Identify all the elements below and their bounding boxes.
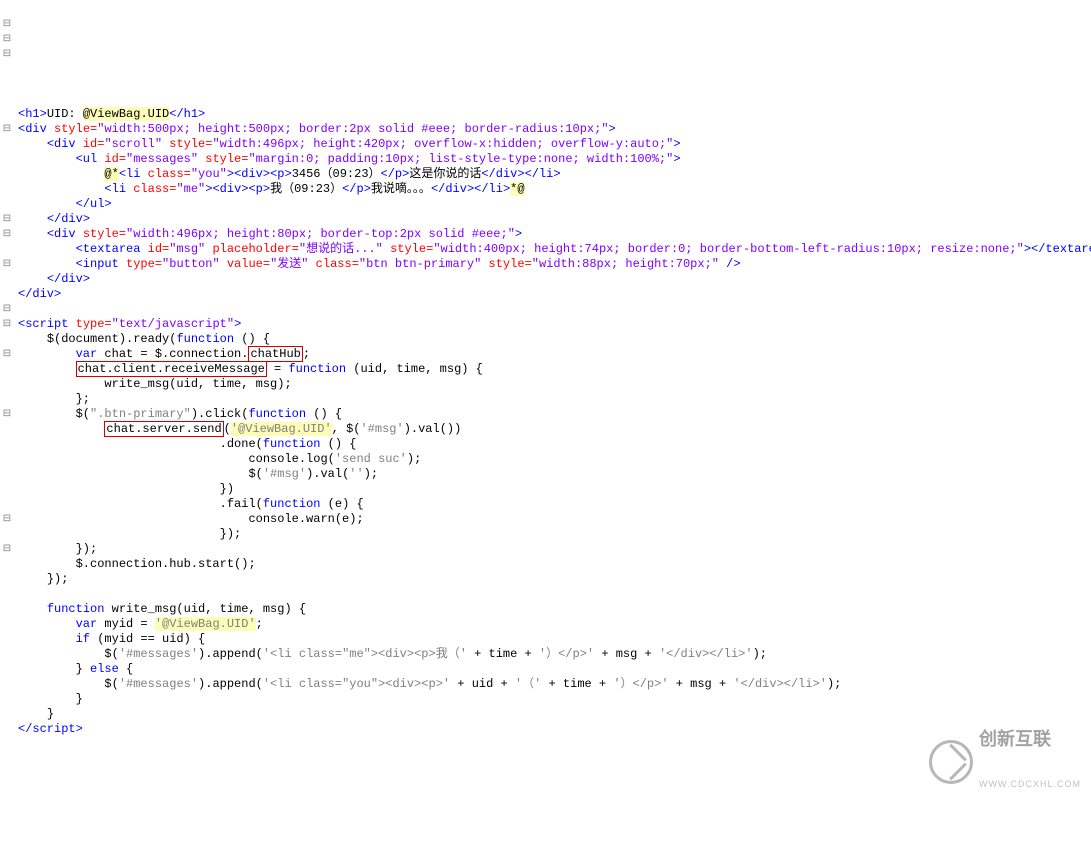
- fold-toggle-icon[interactable]: ⊟: [0, 47, 14, 62]
- code-line: </div>: [18, 287, 61, 301]
- fold-toggle-icon: [0, 92, 14, 107]
- watermark-logo-icon: [929, 740, 973, 784]
- fold-toggle-icon[interactable]: ⊟: [0, 542, 14, 557]
- code-line: console.warn(e);: [18, 512, 364, 526]
- fold-toggle-icon: [0, 632, 14, 647]
- fold-toggle-icon: [0, 152, 14, 167]
- fold-toggle-icon: [0, 362, 14, 377]
- code-line: </ul>: [18, 197, 112, 211]
- fold-toggle-icon[interactable]: ⊟: [0, 227, 14, 242]
- code-line: $(document).ready(function () {: [18, 332, 270, 346]
- fold-toggle-icon[interactable]: ⊟: [0, 257, 14, 272]
- code-line: <h1>UID: @ViewBag.UID</h1>: [18, 107, 205, 121]
- code-line: $.connection.hub.start();: [18, 557, 256, 571]
- fold-toggle-icon[interactable]: ⊟: [0, 512, 14, 527]
- fold-toggle-icon: [0, 452, 14, 467]
- watermark: 创新互联 WWW.CDCXHL.COM: [929, 702, 1081, 822]
- code-line: </div>: [18, 212, 90, 226]
- fold-toggle-icon: [0, 182, 14, 197]
- fold-toggle-icon: [0, 587, 14, 602]
- code-line: if (myid == uid) {: [18, 632, 205, 646]
- fold-toggle-icon: [0, 272, 14, 287]
- fold-toggle-icon: [0, 482, 14, 497]
- fold-toggle-icon[interactable]: ⊟: [0, 17, 14, 32]
- fold-toggle-icon: [0, 647, 14, 662]
- code-line: $('#messages').append('<li class="you"><…: [18, 677, 841, 691]
- code-line: <script type="text/javascript">: [18, 317, 241, 331]
- code-line: }: [18, 692, 83, 706]
- code-line: <div id="scroll" style="width:496px; hei…: [18, 137, 681, 151]
- fold-toggle-icon: [0, 2, 14, 17]
- fold-toggle-icon: [0, 107, 14, 122]
- code-line: function write_msg(uid, time, msg) {: [18, 602, 306, 616]
- fold-toggle-icon: [0, 137, 14, 152]
- fold-toggle-icon[interactable]: ⊟: [0, 302, 14, 317]
- fold-toggle-icon: [0, 572, 14, 587]
- fold-toggle-icon[interactable]: ⊟: [0, 122, 14, 137]
- fold-toggle-icon: [0, 602, 14, 617]
- code-line: <div style="width:500px; height:500px; b…: [18, 122, 616, 136]
- code-line: <div style="width:496px; height:80px; bo…: [18, 227, 522, 241]
- fold-toggle-icon: [0, 77, 14, 92]
- code-line: .fail(function (e) {: [18, 497, 364, 511]
- code-line: } else {: [18, 662, 133, 676]
- code-line: var myid = '@ViewBag.UID';: [18, 617, 263, 631]
- fold-toggle-icon: [0, 242, 14, 257]
- fold-toggle-icon: [0, 527, 14, 542]
- code-line: });: [18, 542, 97, 556]
- code-line: @*<li class="you"><div><p>3456（09:23）</p…: [18, 167, 561, 181]
- code-line: chat.server.send('@ViewBag.UID', $('#msg…: [18, 422, 461, 436]
- fold-toggle-icon: [0, 62, 14, 77]
- code-line: };: [18, 392, 90, 406]
- fold-toggle-icon: [0, 422, 14, 437]
- fold-toggle-icon[interactable]: ⊟: [0, 347, 14, 362]
- fold-toggle-icon: [0, 287, 14, 302]
- fold-toggle-icon: [0, 167, 14, 182]
- code-line: var chat = $.connection.chatHub;: [18, 347, 310, 361]
- fold-toggle-icon: [0, 617, 14, 632]
- code-line: }): [18, 482, 234, 496]
- code-editor[interactable]: <h1>UID: @ViewBag.UID</h1> <div style="w…: [0, 90, 1091, 737]
- code-line: $(".btn-primary").click(function () {: [18, 407, 342, 421]
- code-line: write_msg(uid, time, msg);: [18, 377, 292, 391]
- code-line: console.log('send suc');: [18, 452, 421, 466]
- fold-toggle-icon: [0, 557, 14, 572]
- fold-toggle-icon: [0, 497, 14, 512]
- fold-toggle-icon[interactable]: ⊟: [0, 317, 14, 332]
- fold-toggle-icon[interactable]: ⊟: [0, 32, 14, 47]
- fold-toggle-icon: [0, 467, 14, 482]
- code-line: $('#messages').append('<li class="me"><d…: [18, 647, 767, 661]
- code-line: });: [18, 527, 241, 541]
- code-line: chat.client.receiveMessage = function (u…: [18, 362, 483, 376]
- fold-toggle-icon: [0, 377, 14, 392]
- code-line: <input type="button" value="发送" class="b…: [18, 257, 741, 271]
- fold-toggle-icon[interactable]: ⊟: [0, 212, 14, 227]
- fold-toggle-icon[interactable]: ⊟: [0, 407, 14, 422]
- code-line: .done(function () {: [18, 437, 356, 451]
- code-line: </div>: [18, 272, 90, 286]
- code-line: <li class="me"><div><p>我（09:23）</p>我说嘀。。…: [18, 182, 525, 196]
- watermark-title: 创新互联: [979, 732, 1081, 747]
- fold-gutter[interactable]: ⊟⊟⊟⊟⊟⊟⊟⊟⊟⊟⊟⊟⊟: [0, 0, 14, 662]
- fold-toggle-icon: [0, 392, 14, 407]
- code-line: }: [18, 707, 54, 721]
- highlight-receive: chat.client.receiveMessage: [76, 361, 267, 377]
- fold-toggle-icon: [0, 197, 14, 212]
- code-line: });: [18, 572, 68, 586]
- fold-toggle-icon: [0, 332, 14, 347]
- watermark-sub: WWW.CDCXHL.COM: [979, 777, 1081, 792]
- code-line: </script>: [18, 722, 83, 736]
- code-line: <ul id="messages" style="margin:0; paddi…: [18, 152, 681, 166]
- highlight-chathub: chatHub: [248, 346, 302, 362]
- highlight-send: chat.server.send: [104, 421, 223, 437]
- code-line: <textarea id="msg" placeholder="想说的话..."…: [18, 242, 1091, 256]
- code-line: $('#msg').val('');: [18, 467, 378, 481]
- fold-toggle-icon: [0, 437, 14, 452]
